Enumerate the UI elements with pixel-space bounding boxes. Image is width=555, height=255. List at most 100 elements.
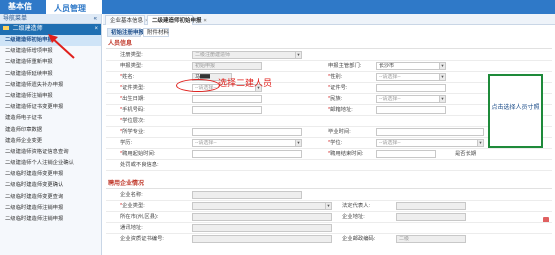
sidebar-item[interactable]: 二级建造师个人注销企业确认 — [0, 158, 101, 169]
tab-company-basic-info[interactable]: 企业基本信息× — [105, 15, 148, 25]
sidebar-item[interactable]: 二级建造师证书变更申报 — [0, 102, 101, 113]
top-tab-basic-info[interactable]: 基本信息 — [0, 0, 46, 25]
gender-select[interactable]: --请选择-- ▼ — [376, 73, 446, 81]
hire-start-field[interactable] — [192, 150, 302, 158]
mobile-label-text: 手机号码: — [122, 107, 145, 113]
folder-icon — [3, 26, 9, 31]
sidebar-item[interactable]: 二级临时建造师注销申报 — [0, 203, 101, 214]
form-row: *手机号码: *邮箱地址: — [106, 105, 552, 115]
sidebar-header: 导航菜单 « — [0, 14, 101, 24]
long-term-label: 是否长期 — [455, 151, 477, 157]
subtab-initial-registration[interactable]: 初始注册申报 — [107, 28, 144, 37]
sidebar-item[interactable]: 二级临时建造师注销申报 — [0, 214, 101, 225]
birth-field[interactable] — [192, 95, 262, 103]
license-field — [192, 235, 332, 243]
birth-label: *出生日期: — [120, 96, 145, 102]
form-row: *出生日期: *民族: --请选择-- ▼ — [106, 94, 552, 104]
mobile-label: *手机号码: — [120, 107, 145, 113]
idno-field[interactable] — [376, 84, 446, 92]
company-type-label: *企业类型: — [120, 203, 145, 209]
edu-label: *学位层次: — [120, 118, 145, 124]
degree-select[interactable]: --请选择-- ▼ — [192, 139, 302, 147]
top-navigation-bar: 基本信息 人员管理 — [0, 0, 555, 25]
legal-label: 法定代表人: — [342, 203, 370, 209]
mobile-field[interactable] — [192, 106, 262, 114]
form-row: *聘用起始时间: *聘用结束时间: 是否长期 — [106, 149, 552, 159]
sidebar-item[interactable]: 二级建造师注销申报 — [0, 91, 101, 102]
reg-type-select[interactable]: 二级注册建造师 ▼ — [192, 51, 302, 59]
apply-type-value: 初始申报 — [195, 63, 216, 69]
email-field[interactable] — [376, 106, 446, 114]
dept-label: 申报主管部门: — [328, 63, 362, 69]
sidebar-item[interactable]: 二级建造师延续申报 — [0, 69, 101, 80]
sidebar-item[interactable]: 二级临时建造师变更确认 — [0, 180, 101, 191]
extra-label: 处罚或不良信息: — [120, 162, 159, 168]
form-row: 申报类型: 初始申报 申报主管部门: 长沙市 ▼ — [106, 61, 552, 71]
form-row: 企业资质证书编号: 企业邮政编码: 二级 — [106, 234, 552, 244]
red-circle-annotation — [176, 79, 220, 92]
divider — [106, 170, 552, 171]
reg-type-label: 注册类型: — [120, 52, 143, 58]
major-label-text: 所学专业: — [122, 129, 145, 135]
subtab-attachments[interactable]: 附件材料 — [143, 28, 169, 37]
form-row: 注册类型: 二级注册建造师 ▼ — [106, 50, 552, 60]
chevron-down-icon: ▼ — [439, 74, 445, 80]
dept-select[interactable]: 长沙市 ▼ — [376, 62, 446, 70]
email-label-text: 邮箱地址: — [330, 107, 353, 113]
form-row: *证件类型: --请选择-- ▼ *证件号: — [106, 83, 552, 93]
idtype-label-text: 证件类型: — [122, 85, 145, 91]
gender-label-text: 性别: — [330, 74, 343, 80]
name-label-text: 姓名: — [122, 74, 135, 80]
main-content: 企业基本信息× 二级建造师初始申报× 初始注册申报 附件材料 人员信息 注册类型… — [103, 14, 555, 255]
sidebar-item[interactable]: 二级建造师遗失补办申报 — [0, 80, 101, 91]
sidebar-item[interactable]: 建造师企业变更 — [0, 136, 101, 147]
major-field[interactable] — [192, 128, 302, 136]
xuewei-select[interactable]: --请选择-- ▼ — [376, 139, 484, 147]
birth-label-text: 出生日期: — [122, 96, 145, 102]
tab-initial-registration[interactable]: 二级建造师初始申报 × — [147, 15, 207, 25]
sidebar-item[interactable]: 建造师电子证书 — [0, 113, 101, 124]
region-label: 所在市(州,区县): — [120, 214, 159, 220]
company-type-label-text: 企业类型: — [122, 203, 145, 209]
collapse-icon[interactable]: « — [94, 14, 97, 24]
phone-label: 通讯地址: — [120, 225, 143, 231]
hire-end-label-text: 聘用结束时间: — [330, 151, 364, 157]
hire-end-label: *聘用结束时间: — [328, 151, 364, 157]
photo-upload-box[interactable]: 点击选择人员寸照 — [488, 74, 543, 148]
apply-type-label: 申报类型: — [120, 63, 143, 69]
postal-field: 二级 — [396, 235, 466, 243]
legal-field — [396, 202, 466, 210]
company-type-select[interactable]: ▼ — [192, 202, 332, 210]
gender-label: *性别: — [328, 74, 343, 80]
chevron-down-icon: ▼ — [295, 52, 301, 58]
hire-end-field[interactable] — [376, 150, 436, 158]
chevron-down-icon: ▼ — [439, 96, 445, 102]
chevron-down-icon: ▼ — [439, 63, 445, 69]
form-row: *姓名: 马▇▇ *性别: --请选择-- ▼ — [106, 72, 552, 82]
chevron-down-icon: ▼ — [477, 140, 483, 146]
dept-value: 长沙市 — [379, 63, 395, 69]
company-field — [192, 191, 302, 199]
nation-select[interactable]: --请选择-- ▼ — [376, 95, 446, 103]
reg-type-value: 二级注册建造师 — [195, 52, 231, 58]
gender-placeholder: --请选择-- — [379, 74, 401, 80]
nation-label: *民族: — [328, 96, 343, 102]
sidebar-item[interactable]: 二级临时建造师变更申报 — [0, 169, 101, 180]
graduation-field[interactable] — [376, 128, 484, 136]
form-row: 处罚或不良信息: — [106, 160, 552, 170]
address-field — [396, 213, 466, 221]
top-tab-personnel-management[interactable]: 人员管理 — [46, 0, 102, 14]
close-icon[interactable]: × — [204, 18, 207, 24]
idno-label: *证件号: — [328, 85, 348, 91]
sidebar-item[interactable]: 建造师印章数据 — [0, 125, 101, 136]
major-label: *所学专业: — [120, 129, 145, 135]
xuewei-label: *学位: — [328, 140, 343, 146]
form-row: 通讯地址: — [106, 223, 552, 233]
sidebar-item[interactable]: 二级建造师资格证信息查询 — [0, 147, 101, 158]
sidebar-item[interactable]: 二级临时建造师变更查询 — [0, 192, 101, 203]
nation-placeholder: --请选择-- — [379, 96, 401, 102]
idtype-label: *证件类型: — [120, 85, 145, 91]
address-label: 企业地址: — [342, 214, 365, 220]
form-row: *企业类型: ▼ 法定代表人: — [106, 201, 552, 211]
close-icon[interactable]: × — [94, 24, 98, 35]
